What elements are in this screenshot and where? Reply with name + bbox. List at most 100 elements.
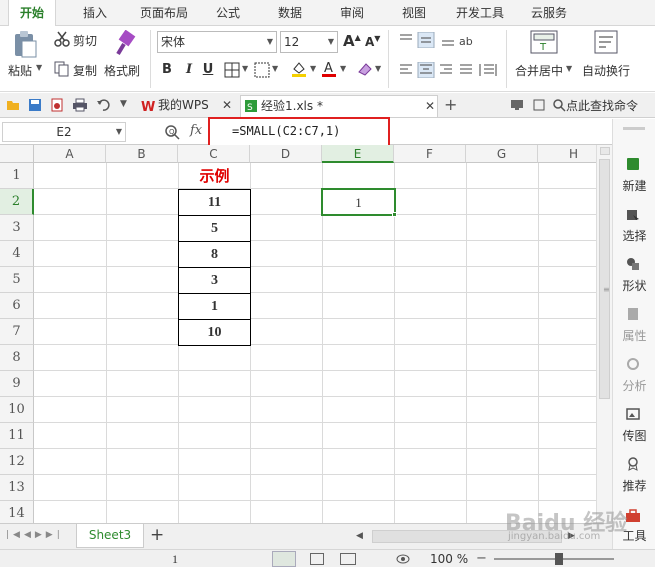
italic-button[interactable]: I [182,62,196,77]
row-header-7[interactable]: 7 [0,319,34,345]
tab-my-wps[interactable]: W 我的WPS ✕ [138,95,234,117]
sheet-nav-arrows-icon[interactable]: |◀◀▶▶| [6,530,64,540]
spreadsheet-grid[interactable]: A B C D E F G H 1 2 3 4 5 6 7 8 9 10 11 … [0,145,596,523]
row-header-10[interactable]: 10 [0,397,34,423]
menu-tab-home[interactable]: 开始 [8,0,56,27]
copy-label[interactable]: 复制 [73,62,97,79]
fill-color-icon[interactable] [290,60,308,78]
format-painter-label[interactable]: 格式刷 [104,62,140,79]
screen-icon[interactable] [510,99,524,111]
row-header-6[interactable]: 6 [0,293,34,319]
row-header-13[interactable]: 13 [0,475,34,501]
insert-function-button[interactable]: fx [190,123,202,138]
column-header-f[interactable]: F [394,145,466,163]
export-pdf-icon[interactable] [50,98,64,112]
recommend-icon[interactable] [626,457,640,471]
cell-c3[interactable]: 5 [178,216,251,242]
command-search-label[interactable]: 点此查找命令 [566,97,638,114]
name-box[interactable]: E2 ▼ [2,122,126,142]
zoom-slider[interactable] [494,558,614,560]
menu-tab-page-layout[interactable]: 页面布局 [132,0,196,26]
borders-icon[interactable] [224,62,240,78]
cut-label[interactable]: 剪切 [73,32,97,49]
scroll-up-icon[interactable] [600,147,610,155]
normal-view-icon[interactable] [272,551,296,567]
zoom-slider-thumb[interactable] [555,553,563,565]
side-analyze-label[interactable]: 分析 [613,377,655,394]
column-header-a[interactable]: A [34,145,106,163]
column-header-e[interactable]: E [322,145,394,163]
wrap-text-label[interactable]: 自动换行 [582,62,630,79]
menu-tab-insert[interactable]: 插入 [70,0,120,26]
column-header-d[interactable]: D [250,145,322,163]
horizontal-align-group[interactable] [398,61,498,79]
format-painter-icon[interactable] [110,29,136,58]
row-header-3[interactable]: 3 [0,215,34,241]
analyze-icon[interactable] [626,357,640,371]
vertical-scrollbar[interactable]: ≡ [596,145,612,523]
paste-dropdown-icon[interactable]: ▼ [36,63,42,72]
select-all-corner[interactable] [0,145,34,163]
font-name-select[interactable]: 宋体 ▼ [157,31,277,53]
copy-icon[interactable] [54,61,70,77]
merge-center-label[interactable]: 合并居中 [515,62,563,79]
menu-tab-developer[interactable]: 开发工具 [448,0,512,26]
restore-icon[interactable] [532,98,546,112]
open-folder-icon[interactable] [6,98,20,112]
row-header-9[interactable]: 9 [0,371,34,397]
cell-c2[interactable]: 11 [178,189,251,216]
underline-button[interactable]: U [201,62,215,77]
chevron-down-icon[interactable]: ▼ [340,64,346,73]
row-header-14[interactable]: 14 [0,501,34,523]
menu-tab-formulas[interactable]: 公式 [206,0,250,26]
chevron-down-icon[interactable]: ▼ [242,64,248,73]
bold-button[interactable]: B [160,62,174,77]
add-sheet-button[interactable]: + [150,525,164,545]
vertical-scroll-thumb[interactable] [599,159,610,399]
cell-c5[interactable]: 3 [178,268,251,294]
formula-input[interactable]: =SMALL(C2:C7,1) [232,124,340,138]
font-size-select[interactable]: 12 ▼ [280,31,338,53]
page-break-view-icon[interactable] [340,553,356,565]
toolbox-icon[interactable] [625,509,641,523]
row-header-2[interactable]: 2 [0,189,34,215]
chevron-down-icon[interactable]: ▼ [310,64,316,73]
cut-icon[interactable] [54,31,70,47]
column-header-h[interactable]: H [538,145,596,163]
increase-font-icon[interactable]: A▲ [343,32,361,50]
new-tab-icon[interactable]: + [444,95,457,114]
select-icon[interactable] [626,209,640,223]
quick-access-dropdown-icon[interactable]: ▼ [120,99,127,109]
cell-c6[interactable]: 1 [178,294,251,320]
paste-label[interactable]: 粘贴 [8,62,32,79]
column-header-g[interactable]: G [466,145,538,163]
column-header-b[interactable]: B [106,145,178,163]
menu-tab-data[interactable]: 数据 [268,0,312,26]
shape-icon[interactable] [626,257,640,271]
side-recommend-label[interactable]: 推荐 [613,477,655,494]
search-icon[interactable] [552,98,566,112]
column-header-c[interactable]: C [178,145,250,163]
row-header-4[interactable]: 4 [0,241,34,267]
menu-tab-view[interactable]: 视图 [392,0,436,26]
cell-c4[interactable]: 8 [178,242,251,268]
paste-icon[interactable] [12,30,38,58]
row-header-1[interactable]: 1 [0,163,34,189]
cell-c1-title[interactable]: 示例 [178,163,251,189]
row-header-8[interactable]: 8 [0,345,34,371]
font-color-icon[interactable]: A [320,60,338,78]
decrease-font-icon[interactable]: A▼ [365,34,380,49]
print-icon[interactable] [72,98,88,112]
row-header-11[interactable]: 11 [0,423,34,449]
scroll-left-icon[interactable]: ◀ [356,531,363,541]
wrap-text-icon[interactable] [594,30,618,56]
sheet-tab-active[interactable]: Sheet3 [76,524,144,548]
clear-format-icon[interactable] [356,60,374,78]
new-icon[interactable] [626,157,640,171]
side-new-label[interactable]: 新建 [613,177,655,194]
properties-icon[interactable] [626,307,640,321]
merge-cells-small-icon[interactable] [254,62,270,78]
zoom-out-icon[interactable]: − [476,551,487,566]
side-upload-label[interactable]: 传图 [613,427,655,444]
side-shape-label[interactable]: 形状 [613,277,655,294]
